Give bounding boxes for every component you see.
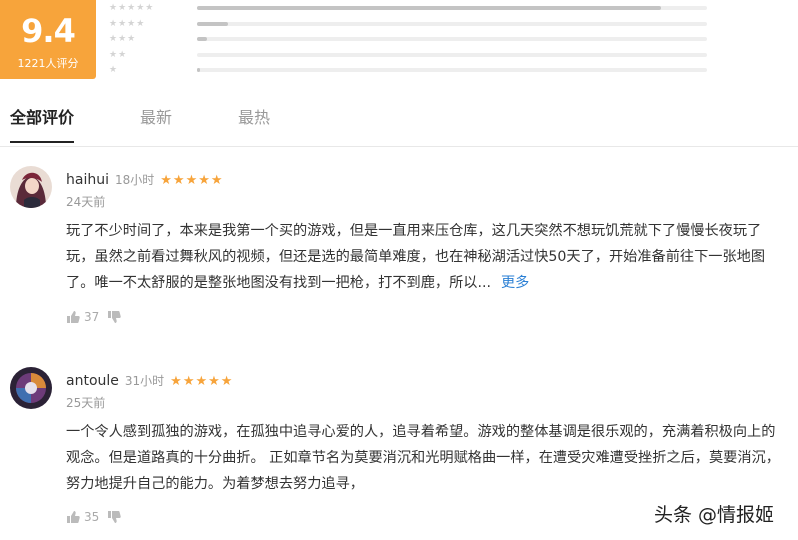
distribution-bar-track xyxy=(197,52,707,57)
star-icons: ★★ xyxy=(109,49,128,60)
tab-hottest[interactable]: 最热 xyxy=(238,107,270,129)
tabs-divider xyxy=(0,146,798,147)
star-icons: ★★★★★ xyxy=(109,3,155,13)
distribution-bar-fill xyxy=(197,68,200,72)
tab-newest[interactable]: 最新 xyxy=(140,107,172,129)
like-count: 35 xyxy=(84,510,100,524)
distribution-row-4: ★★★★ xyxy=(109,18,798,34)
distribution-bar-track xyxy=(197,6,707,10)
play-time: 18小时 xyxy=(114,173,155,187)
review-header: antoule 31小时 ★★★★★ xyxy=(66,370,233,389)
review-actions: 37 xyxy=(66,310,122,324)
distribution-bar-fill xyxy=(197,37,208,41)
distribution-bar-fill xyxy=(197,6,662,10)
distribution-bar-fill xyxy=(197,21,228,26)
avatar[interactable] xyxy=(10,367,52,409)
thumbs-down-icon[interactable] xyxy=(107,510,122,524)
rating-count: 1221人评分 xyxy=(17,57,79,70)
rating-stars-icon: ★★★★★ xyxy=(170,374,234,389)
score-box: 9.4 1221人评分 xyxy=(0,0,96,79)
tab-all-reviews[interactable]: 全部评价 xyxy=(10,107,75,143)
star-icons: ★★★★ xyxy=(109,18,146,29)
distribution-row-5: ★★★★★ xyxy=(109,2,798,18)
distribution-bar-track xyxy=(197,68,707,72)
review-header: haihui 18小时 ★★★★★ xyxy=(66,169,224,188)
review-date: 24天前 xyxy=(66,195,106,209)
review-actions: 35 xyxy=(66,510,122,524)
star-icons: ★★★ xyxy=(109,34,137,44)
username[interactable]: haihui xyxy=(66,172,109,188)
distribution-bar-track xyxy=(197,21,707,26)
distribution-row-3: ★★★ xyxy=(109,33,798,49)
review-date: 25天前 xyxy=(66,396,106,410)
distribution-row-2: ★★ xyxy=(109,49,798,65)
more-link[interactable]: 更多 xyxy=(501,275,529,291)
play-time: 31小时 xyxy=(124,374,165,388)
like-count: 37 xyxy=(84,310,100,324)
thumbs-up-icon[interactable] xyxy=(66,510,80,524)
review-text-content: 玩了不少时间了，本来是我第一个买的游戏，但是一直用来压仓库，这几天突然不想玩饥荒… xyxy=(66,223,766,291)
thumbs-down-icon[interactable] xyxy=(107,310,122,324)
distribution-row-1: ★ xyxy=(109,64,798,80)
source-watermark: 头条 @情报姬 xyxy=(654,504,775,526)
review-text: 一个令人感到孤独的游戏，在孤独中追寻心爱的人，追寻着希望。游戏的整体基调是很乐观… xyxy=(66,424,780,492)
distribution-bar-track xyxy=(197,37,707,41)
rating-distribution: ★★★★★ ★★★★ ★★★ ★★ ★ xyxy=(109,2,798,80)
star-icons: ★ xyxy=(109,65,119,75)
username[interactable]: antoule xyxy=(66,373,119,389)
review-text: 玩了不少时间了，本来是我第一个买的游戏，但是一直用来压仓库，这几天突然不想玩饥荒… xyxy=(66,218,786,296)
avatar[interactable] xyxy=(10,166,52,208)
average-score: 9.4 xyxy=(21,12,76,50)
thumbs-up-icon[interactable] xyxy=(66,310,80,324)
rating-stars-icon: ★★★★★ xyxy=(160,173,224,188)
